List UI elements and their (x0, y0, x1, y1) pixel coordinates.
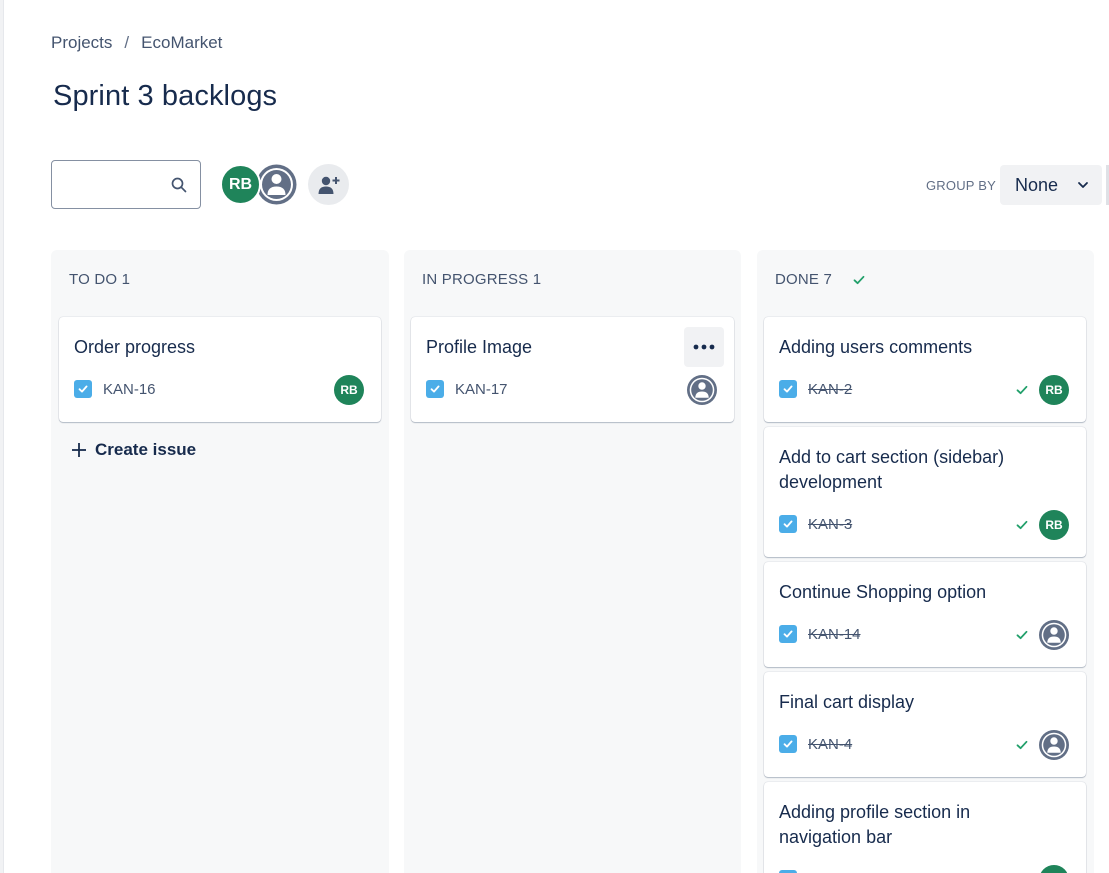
issue-title: Add to cart section (sidebar) developmen… (779, 447, 1005, 492)
task-checkbox-icon (74, 380, 92, 398)
avatar-unassigned-filter[interactable] (256, 164, 297, 205)
issue-title: Adding users comments (779, 337, 973, 357)
group-by-label: GROUP BY (926, 178, 996, 193)
task-checkbox-icon (779, 515, 797, 533)
issue-key[interactable]: KAN-16 (103, 381, 156, 398)
task-checkbox-icon (779, 380, 797, 398)
column-done: DONE 7 Adding users comments KAN-2 RB Ad… (757, 250, 1094, 873)
assignee-avatar-rb[interactable]: RB (334, 375, 364, 405)
issue-key-row: KAN-2 (779, 380, 852, 398)
assignee-avatar-rb[interactable]: RB (1039, 510, 1069, 540)
issue-key[interactable]: KAN-17 (455, 381, 508, 398)
issue-card-kan-17[interactable]: Profile Image KAN-17 (411, 317, 734, 422)
user-icon (1039, 730, 1069, 760)
done-check-icon (853, 275, 865, 284)
create-issue-button[interactable]: Create issue (71, 440, 196, 460)
column-title-done: DONE 7 (775, 271, 833, 288)
issue-key-row: KAN-14 (779, 625, 861, 643)
plus-icon (72, 443, 86, 457)
group-by-dropdown[interactable]: None (1000, 165, 1102, 205)
search-box (51, 160, 201, 209)
issue-key-row: KAN-16 (74, 380, 156, 398)
breadcrumb-ecomarket-link[interactable]: EcoMarket (141, 33, 222, 53)
issue-title: Profile Image (426, 337, 533, 357)
search-icon (171, 177, 187, 193)
user-icon (1039, 620, 1069, 650)
resolved-check-icon (1016, 630, 1028, 640)
column-todo: TO DO 1 Order progress KAN-16 RB Create … (51, 250, 389, 873)
issue-key[interactable]: KAN-4 (808, 736, 852, 753)
resolved-check-icon (1016, 385, 1028, 395)
issue-card-profile-section[interactable]: Adding profile section in navigation bar… (764, 782, 1086, 873)
resolved-check-icon (1016, 740, 1028, 750)
issue-key[interactable]: KAN-2 (808, 381, 852, 398)
issue-card-kan-2[interactable]: Adding users comments KAN-2 RB (764, 317, 1086, 422)
issue-card-kan-3[interactable]: Add to cart section (sidebar) developmen… (764, 427, 1086, 557)
issue-key-row: KAN-3 (779, 515, 852, 533)
breadcrumb-projects-link[interactable]: Projects (51, 33, 112, 53)
task-checkbox-icon (779, 625, 797, 643)
breadcrumb: Projects / EcoMarket (51, 33, 222, 53)
column-header-in-progress: IN PROGRESS 1 (422, 271, 541, 288)
issue-key[interactable]: KAN-14 (808, 626, 861, 643)
add-people-button[interactable] (308, 164, 349, 205)
assignee-avatar-rb[interactable]: RB (1039, 375, 1069, 405)
assignee-avatar-unassigned[interactable] (687, 375, 717, 405)
issue-key-row: KAN-17 (426, 380, 508, 398)
column-header-done: DONE 7 (775, 271, 866, 288)
issue-card-kan-4[interactable]: Final cart display KAN-4 (764, 672, 1086, 777)
column-header-todo: TO DO 1 (69, 271, 130, 288)
task-checkbox-icon (779, 735, 797, 753)
user-icon (687, 375, 717, 405)
resolved-check-icon (1016, 520, 1028, 530)
breadcrumb-separator: / (124, 33, 130, 52)
group-by-value: None (1015, 174, 1059, 195)
column-title-in-progress: IN PROGRESS 1 (422, 271, 542, 288)
avatar-rb-filter[interactable]: RB (220, 164, 261, 205)
issue-title: Adding profile section in navigation bar (779, 802, 971, 847)
task-checkbox-icon (426, 380, 444, 398)
issue-title: Final cart display (779, 692, 915, 712)
assignee-avatar-unassigned[interactable] (1039, 620, 1069, 650)
search-input[interactable] (52, 161, 162, 208)
issue-key[interactable]: KAN-3 (808, 516, 852, 533)
issue-title: Order progress (74, 337, 196, 357)
issue-card-kan-16[interactable]: Order progress KAN-16 RB (59, 317, 381, 422)
assignee-avatar-unassigned[interactable] (1039, 730, 1069, 760)
more-dots-icon (693, 344, 715, 350)
add-person-icon (318, 176, 339, 194)
page-title: Sprint 3 backlogs (53, 80, 278, 112)
column-title-todo: TO DO 1 (69, 271, 131, 288)
issue-card-kan-14[interactable]: Continue Shopping option KAN-14 (764, 562, 1086, 667)
card-more-actions-button[interactable] (684, 327, 724, 367)
chevron-down-icon (1078, 182, 1088, 188)
column-in-progress: IN PROGRESS 1 Profile Image KAN-17 (404, 250, 741, 873)
issue-title: Continue Shopping option (779, 582, 987, 602)
issue-key-row: KAN-4 (779, 735, 852, 753)
user-icon (256, 164, 297, 205)
assignee-avatar-rb[interactable]: RB (1039, 865, 1069, 873)
create-issue-label: Create issue (95, 440, 197, 459)
left-edge-divider (0, 0, 4, 873)
